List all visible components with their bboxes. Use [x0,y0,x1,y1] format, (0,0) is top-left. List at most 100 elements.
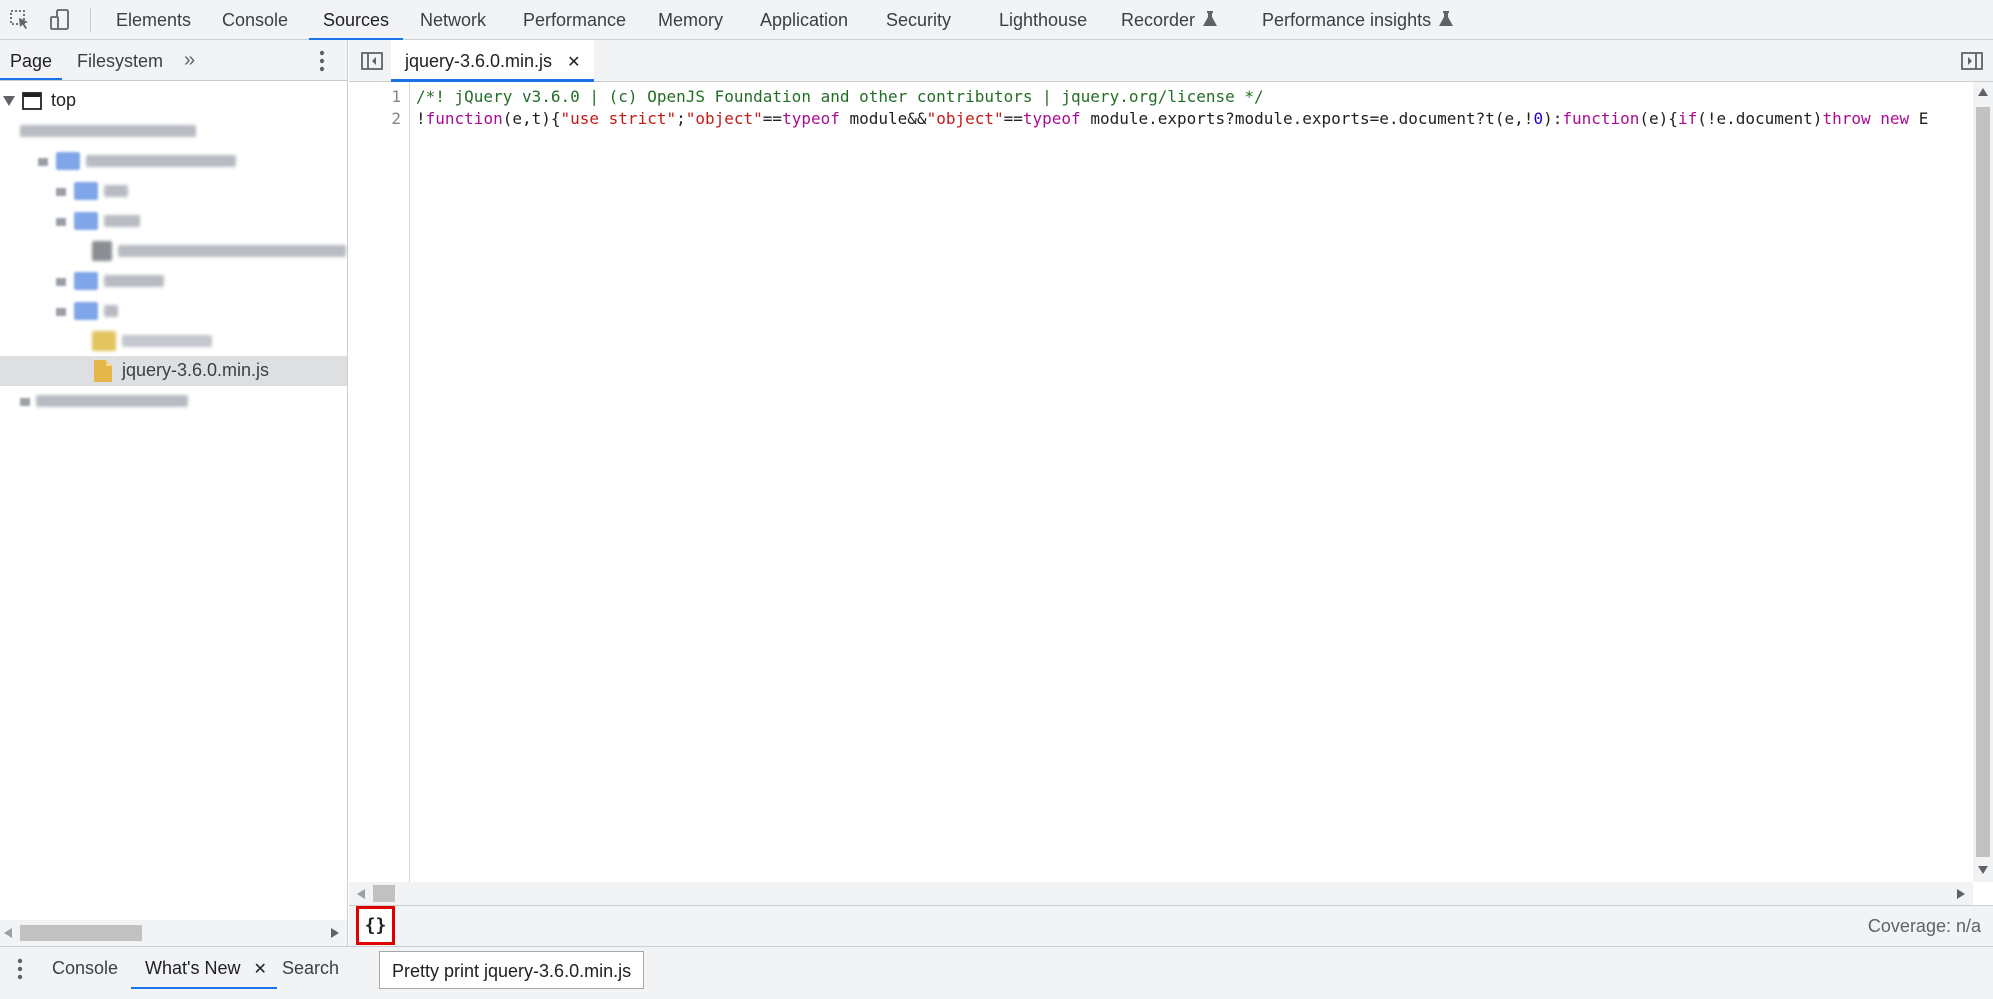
tree-item-blurred[interactable] [0,116,347,146]
code-line-1[interactable]: /*! jQuery v3.6.0 | (c) OpenJS Foundatio… [416,87,1264,106]
scroll-left-icon[interactable] [357,889,365,899]
tab-network[interactable]: Network [420,0,486,40]
toolbar-separator [90,8,91,32]
code-token: (!e.document) [1697,109,1823,128]
code-number-token: 0 [1533,109,1544,128]
frame-icon [22,92,42,110]
toggle-navigator-icon[interactable] [361,52,383,70]
editor-tab-jquery[interactable]: jquery-3.6.0.min.js ✕ [391,40,595,82]
line-number-gutter: 1 2 [349,82,410,882]
code-string-token: "object" [685,109,763,128]
tab-console[interactable]: Console [222,0,288,40]
device-toolbar-icon[interactable] [46,6,74,34]
expand-triangle-icon[interactable] [3,96,15,106]
close-icon[interactable]: ✕ [253,961,266,978]
tab-memory[interactable]: Memory [658,0,723,40]
blurred-label [20,125,196,137]
expand-triangle-icon [56,278,66,286]
close-icon[interactable]: ✕ [567,54,580,71]
code-keyword-token: typeof [1022,109,1081,128]
flask-icon [1439,1,1454,41]
more-tabs-icon[interactable]: » [184,49,195,72]
code-token: (e,t){ [502,109,561,128]
coverage-status: Coverage: n/a [1867,916,1981,936]
tab-recorder-label: Recorder [1121,10,1196,30]
code-keyword-token: function [425,109,503,128]
pretty-print-tooltip: Pretty print jquery-3.6.0.min.js [379,951,645,989]
pretty-print-button[interactable]: {} [356,906,395,945]
line-number[interactable]: 1 [391,87,401,106]
editor-vertical-scrollbar[interactable] [1973,82,1993,882]
inspect-element-icon[interactable] [6,6,34,34]
tree-item-blurred[interactable] [0,326,347,356]
code-keyword-token: function [1562,109,1640,128]
tab-page[interactable]: Page [0,40,63,80]
tree-item-top-label: top [51,90,77,110]
code-string-token: "object" [926,109,1004,128]
tab-elements[interactable]: Elements [116,0,191,40]
file-icon [92,331,116,351]
flask-icon [1203,1,1218,41]
tree-item-blurred[interactable] [0,266,347,296]
scrollbar-thumb[interactable] [373,885,395,902]
tab-lighthouse[interactable]: Lighthouse [999,0,1087,40]
scroll-down-icon[interactable] [1978,866,1988,874]
tab-application[interactable]: Application [760,0,848,40]
editor-horizontal-scrollbar[interactable] [349,882,1973,905]
scroll-left-icon[interactable] [4,928,12,938]
tree-item-jquery-file[interactable]: jquery-3.6.0.min.js [0,356,347,386]
tab-security[interactable]: Security [886,0,951,40]
tab-performance[interactable]: Performance [523,0,626,40]
js-file-icon [94,360,112,382]
sources-navigator: Page Filesystem » top jquery-3.6.0.min.j… [0,40,348,946]
folder-icon [74,182,98,200]
scrollbar-thumb[interactable] [20,925,142,941]
drawer-tab-search[interactable]: Search [282,947,339,989]
editor-tab-bar: jquery-3.6.0.min.js ✕ [349,40,1993,82]
tab-performance-insights[interactable]: Performance insights [1262,0,1454,41]
scroll-right-icon[interactable] [331,928,339,938]
expand-triangle-icon [20,398,30,406]
blurred-label [104,275,164,287]
editor-status-bar: {} Coverage: n/a [349,905,1993,946]
tree-item-blurred[interactable] [0,176,347,206]
tree-item-top[interactable]: top [0,86,347,116]
drawer-menu-icon[interactable] [16,958,24,980]
folder-icon [74,212,98,230]
navigator-tabs: Page Filesystem » [0,40,347,81]
folder-icon [74,302,98,320]
tree-item-jquery-label: jquery-3.6.0.min.js [122,360,270,380]
toggle-debugger-icon[interactable] [1961,52,1983,70]
navigator-horizontal-scrollbar[interactable] [0,920,347,946]
blurred-label [104,215,140,227]
code-keyword-token: typeof [782,109,840,128]
scroll-right-icon[interactable] [1957,889,1965,899]
code-line-2[interactable]: !function(e,t){"use strict";"object"==ty… [416,109,1968,128]
code-token: ): [1543,109,1563,128]
expand-triangle-icon [38,158,48,166]
drawer-tab-whats-new[interactable]: What's New ✕ [131,947,277,989]
editor-tab-label: jquery-3.6.0.min.js [405,51,553,71]
code-token: E [1909,109,1929,128]
tree-item-blurred[interactable] [0,296,347,326]
tab-sources[interactable]: Sources [308,0,404,40]
tree-item-blurred[interactable] [0,206,347,236]
drawer-tab-console[interactable]: Console [52,947,118,989]
code-keyword-token: throw [1822,109,1871,128]
tab-recorder[interactable]: Recorder [1121,0,1218,41]
blurred-label [104,305,118,317]
tree-item-blurred[interactable] [0,386,347,416]
more-options-icon[interactable] [318,50,326,77]
scroll-up-icon[interactable] [1978,88,1988,96]
code-token: ! [416,109,426,128]
tab-filesystem[interactable]: Filesystem [77,40,163,80]
tree-item-blurred[interactable] [0,146,347,176]
line-number[interactable]: 2 [391,109,401,128]
expand-triangle-icon [56,218,66,226]
tree-item-blurred[interactable] [0,236,347,266]
blurred-label [36,395,188,407]
code-string-token: "use strict" [560,109,677,128]
expand-triangle-icon [56,188,66,196]
folder-icon [56,152,80,170]
scrollbar-thumb[interactable] [1976,107,1990,857]
